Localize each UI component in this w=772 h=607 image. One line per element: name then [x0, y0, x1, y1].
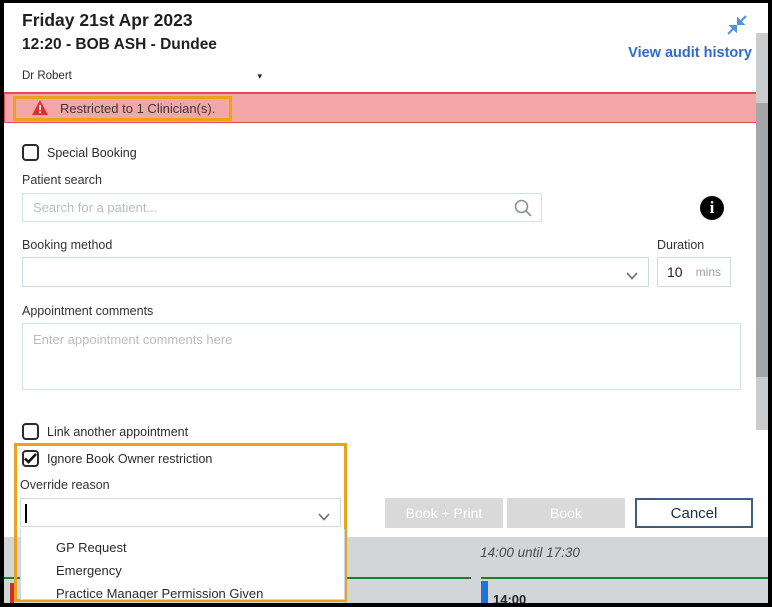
checkbox-unchecked-icon — [22, 423, 39, 440]
cancel-button[interactable]: Cancel — [635, 498, 753, 528]
appointment-comments-textarea[interactable] — [22, 323, 741, 390]
appointment-slot: 12:20 - BOB ASH - Dundee — [22, 36, 217, 54]
chevron-down-icon — [626, 267, 638, 285]
view-audit-history-link[interactable]: View audit history — [560, 45, 752, 61]
frame-bottom-border — [0, 603, 772, 607]
warning-icon — [31, 99, 49, 121]
restriction-banner-text: Restricted to 1 Clinician(s). — [60, 101, 215, 116]
scrollbar-thumb[interactable] — [756, 103, 768, 377]
override-reason-select[interactable] — [20, 498, 341, 527]
duration-unit-label: mins — [696, 265, 721, 279]
screenshot-frame: Friday 21st Apr 2023 12:20 - BOB ASH - D… — [0, 0, 772, 607]
duration-label: Duration — [657, 238, 731, 252]
clinician-select-value: Dr Robert — [22, 70, 72, 82]
duration-input[interactable] — [667, 264, 693, 280]
link-appointment-checkbox[interactable]: Link another appointment — [22, 423, 188, 440]
checkbox-checked-icon — [22, 450, 39, 467]
text-cursor — [25, 504, 27, 523]
session-time-range: 14:00 until 17:30 — [420, 545, 640, 560]
link-appointment-label: Link another appointment — [47, 425, 188, 439]
special-booking-label: Special Booking — [47, 146, 137, 160]
search-icon[interactable] — [513, 198, 533, 223]
scrollbar-track[interactable] — [756, 33, 768, 430]
caret-down-icon: ▾ — [257, 71, 262, 82]
dropdown-option[interactable]: Emergency — [21, 559, 344, 582]
patient-search-input[interactable] — [23, 194, 541, 221]
special-booking-checkbox[interactable]: Special Booking — [22, 144, 137, 161]
book-print-button[interactable]: Book + Print — [385, 498, 503, 528]
appointment-slot-marker — [481, 581, 488, 603]
checkbox-unchecked-icon — [22, 144, 39, 161]
collapse-icon[interactable] — [724, 12, 750, 38]
ignore-restriction-checkbox[interactable]: Ignore Book Owner restriction — [22, 450, 212, 467]
booking-method-select[interactable] — [22, 257, 649, 287]
chevron-down-icon — [318, 508, 330, 526]
clinician-select[interactable]: Dr Robert ▾ — [22, 67, 262, 85]
ignore-restriction-label: Ignore Book Owner restriction — [47, 452, 212, 466]
slot-indicator-red — [10, 583, 14, 603]
restriction-banner: Restricted to 1 Clinician(s). — [4, 92, 758, 123]
appointment-date: Friday 21st Apr 2023 — [22, 10, 193, 31]
duration-field: mins — [657, 257, 731, 287]
dropdown-option[interactable]: GP Request — [21, 536, 344, 559]
info-icon[interactable]: i — [700, 196, 724, 220]
patient-search-field — [22, 193, 542, 222]
book-button[interactable]: Book — [507, 498, 625, 528]
patient-search-label: Patient search — [22, 173, 102, 187]
override-reason-label: Override reason — [20, 478, 110, 492]
appointment-comments-label: Appointment comments — [22, 304, 153, 318]
booking-method-label: Booking method — [22, 238, 112, 252]
dropdown-option[interactable]: Practice Manager Permission Given — [21, 582, 344, 600]
session-divider-line — [481, 577, 768, 579]
override-options-dropdown: GP Request Emergency Practice Manager Pe… — [20, 529, 345, 600]
